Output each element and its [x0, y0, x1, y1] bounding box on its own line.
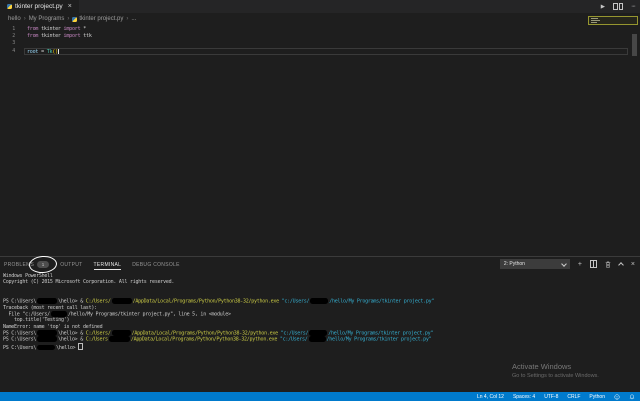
- panel-tab-terminal[interactable]: TERMINAL: [93, 257, 122, 272]
- breadcrumb-item[interactable]: hello: [8, 16, 21, 22]
- split-editor-icon[interactable]: [613, 3, 623, 10]
- python-file-icon: [7, 4, 12, 9]
- line-number: 1: [12, 26, 15, 32]
- editor-tab-tkinter-project[interactable]: tkinter project.py ×: [0, 0, 79, 13]
- redaction-box: [108, 336, 130, 342]
- code-line[interactable]: 2 from tkinter import ttk: [0, 33, 640, 40]
- redaction-box: [111, 330, 131, 336]
- tab-label: tkinter project.py: [15, 3, 63, 10]
- run-button[interactable]: ▶: [601, 4, 605, 10]
- redaction-box: [309, 330, 328, 336]
- panel-tab-output[interactable]: OUTPUT: [60, 257, 82, 272]
- close-panel-icon[interactable]: ×: [631, 261, 635, 268]
- trash-icon[interactable]: [605, 261, 611, 268]
- breadcrumb-separator-icon: ›: [67, 16, 70, 22]
- watermark-subtitle: Go to Settings to activate Windows.: [512, 373, 599, 379]
- redaction-box: [37, 344, 56, 351]
- editor-scrollbar[interactable]: [632, 34, 637, 56]
- breadcrumb-item[interactable]: My Programs: [29, 16, 65, 22]
- new-terminal-plus-icon[interactable]: +: [578, 261, 582, 268]
- tab-bar: tkinter project.py × ▶ ···: [0, 0, 640, 13]
- notifications-bell-icon[interactable]: [629, 394, 635, 400]
- panel-tab-problems[interactable]: PROBLEMS 1: [4, 255, 58, 274]
- tab-close-icon[interactable]: ×: [68, 3, 72, 10]
- line-number: 3: [12, 40, 15, 47]
- code-text: from tkinter import *: [27, 26, 87, 32]
- panel-tab-debug-console[interactable]: DEBUG CONSOLE: [132, 257, 180, 272]
- vscode-window: tkinter project.py × ▶ ··· hello › My Prog…: [0, 0, 640, 401]
- code-line[interactable]: 4 root = Tk(): [0, 47, 640, 55]
- editor-cursor: [57, 47, 59, 54]
- feedback-smiley-icon[interactable]: [614, 393, 620, 400]
- editor-actions: ▶ ···: [601, 0, 636, 13]
- more-actions-icon[interactable]: ···: [631, 3, 636, 10]
- breadcrumb-item[interactable]: ...: [131, 16, 136, 22]
- panel-header: PROBLEMS 1 OUTPUT TERMINAL DEBUG CONSOLE 2: …: [0, 255, 640, 274]
- chevron-down-icon: [560, 260, 567, 267]
- redaction-box: [37, 298, 58, 304]
- terminal-line: PS C:\Users\ \hello>: [3, 342, 638, 351]
- code-line[interactable]: 1 from tkinter import *: [0, 26, 640, 33]
- redaction-box: [50, 311, 67, 317]
- redaction-box: [37, 330, 58, 336]
- status-item-crlf[interactable]: CRLF: [567, 394, 580, 400]
- status-item-ln-4-col-12[interactable]: Ln 4, Col 12: [477, 394, 504, 400]
- breadcrumb-separator-icon: ›: [23, 16, 26, 22]
- terminal-dropdown[interactable]: 2: Python: [499, 259, 570, 269]
- line-number: 4: [12, 47, 15, 54]
- code-line[interactable]: 3: [0, 40, 640, 47]
- watermark-title: Activate Windows: [512, 362, 572, 371]
- breadcrumb: hello › My Programs › tkinter project.py ›...: [0, 13, 640, 25]
- redaction-box: [111, 298, 132, 304]
- code-text: from tkinter import ttk: [27, 33, 92, 40]
- status-item-spaces-4[interactable]: Spaces: 4: [513, 394, 535, 400]
- status-bar: Ln 4, Col 12 Spaces: 4 UTF-8 CRLF Python: [0, 392, 640, 401]
- terminal-cursor: [78, 342, 84, 350]
- minimap[interactable]: [588, 16, 638, 25]
- breadcrumb-separator-icon: ›: [126, 16, 129, 22]
- code-text: root = Tk(): [27, 47, 59, 55]
- redaction-box: [37, 336, 58, 342]
- breadcrumb-item[interactable]: tkinter project.py: [72, 16, 123, 22]
- terminal-dropdown-value: 2: Python: [503, 261, 525, 267]
- status-item-python[interactable]: Python: [589, 394, 605, 400]
- redaction-box: [310, 298, 329, 304]
- status-item-utf-8[interactable]: UTF-8: [544, 394, 558, 400]
- split-terminal-icon[interactable]: [589, 260, 597, 268]
- panel-actions: 2: Python + ×: [499, 259, 635, 269]
- maximize-panel-chevron-up-icon[interactable]: [618, 261, 624, 268]
- problems-badge: 1: [37, 261, 50, 268]
- line-number: 2: [12, 33, 15, 40]
- current-line-highlight: [24, 47, 628, 55]
- redaction-box: [308, 336, 326, 342]
- activate-windows-watermark: Activate Windows Go to Settings to activ…: [512, 362, 599, 379]
- editor[interactable]: 1 from tkinter import * 2 from tkinter impo…: [0, 26, 640, 255]
- python-file-icon: [72, 16, 78, 22]
